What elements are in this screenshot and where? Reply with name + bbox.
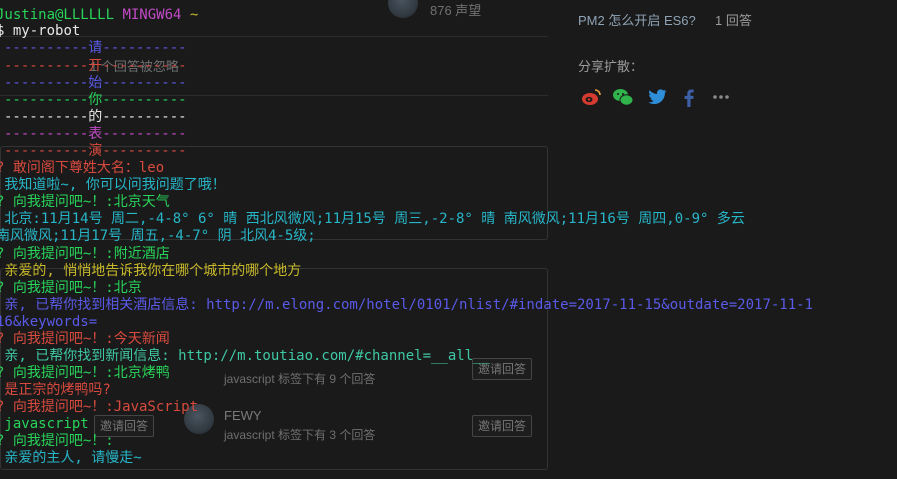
question-line: ? 向我提问吧~！:JavaScript <box>0 399 199 415</box>
answer-line: 16&keywords= <box>0 314 98 330</box>
answer-line: 亲, 已帮你找到相关酒店信息: http://m.elong.com/hotel… <box>0 297 814 313</box>
question-line: ? 向我提问吧~！:北京 <box>0 280 142 296</box>
command-text: my-robot <box>12 23 81 39</box>
answer-line: 亲, 已帮你找到新闻信息: http://m.toutiao.com/#chan… <box>0 348 491 364</box>
answer-line: javascript <box>0 416 89 432</box>
prompt-env: MINGW64 <box>122 7 182 23</box>
banner-line: ----------始---------- <box>4 75 187 91</box>
banner-line: ----------演---------- <box>4 143 187 159</box>
prompt-user: Justina@LLLLLL <box>0 7 115 23</box>
banner-line: ----------开---------- <box>4 58 187 74</box>
banner-line: ----------表---------- <box>4 126 187 142</box>
answer-line: 是正宗的烤鸭吗? <box>0 382 111 398</box>
question-line: ? 向我提问吧~！:附近酒店 <box>0 246 170 262</box>
answer-line: 南风微风;11月17号 周五,-4-7° 阴 北风4-5级; <box>0 228 316 244</box>
banner-line: ----------的---------- <box>4 109 187 125</box>
banner-line: ----------你---------- <box>4 92 187 108</box>
question-line: ? 向我提问吧~！:今天新闻 <box>0 331 170 347</box>
answer-line: 我知道啦~, 你可以问我问题了哦！ <box>0 177 226 193</box>
question-line: ? 向我提问吧~！:北京烤鸭 <box>0 365 170 381</box>
question-line: ? 向我提问吧~！: <box>0 433 114 449</box>
prompt-path: ~ <box>189 7 199 23</box>
banner-line: ----------请---------- <box>4 40 187 56</box>
question-line: ? 向我提问吧~！:北京天气 <box>0 194 170 210</box>
answer-line: 亲爱的, 悄悄地告诉我你在哪个城市的哪个地方 <box>0 263 302 279</box>
question-line: ? 敢问阁下尊姓大名：leo <box>0 160 165 176</box>
answer-line: 亲爱的主人, 请慢走~ <box>0 450 142 466</box>
command-line: $ my-robot <box>0 22 80 40</box>
answer-line: 北京:11月14号 周二,-4-8° 6° 晴 西北风微风;11月15号 周三,… <box>0 211 745 227</box>
prompt-symbol: $ <box>0 23 5 39</box>
mingw64-terminal[interactable]: Justina@LLLLLL MINGW64 ~ $ my-robot ----… <box>0 0 897 479</box>
